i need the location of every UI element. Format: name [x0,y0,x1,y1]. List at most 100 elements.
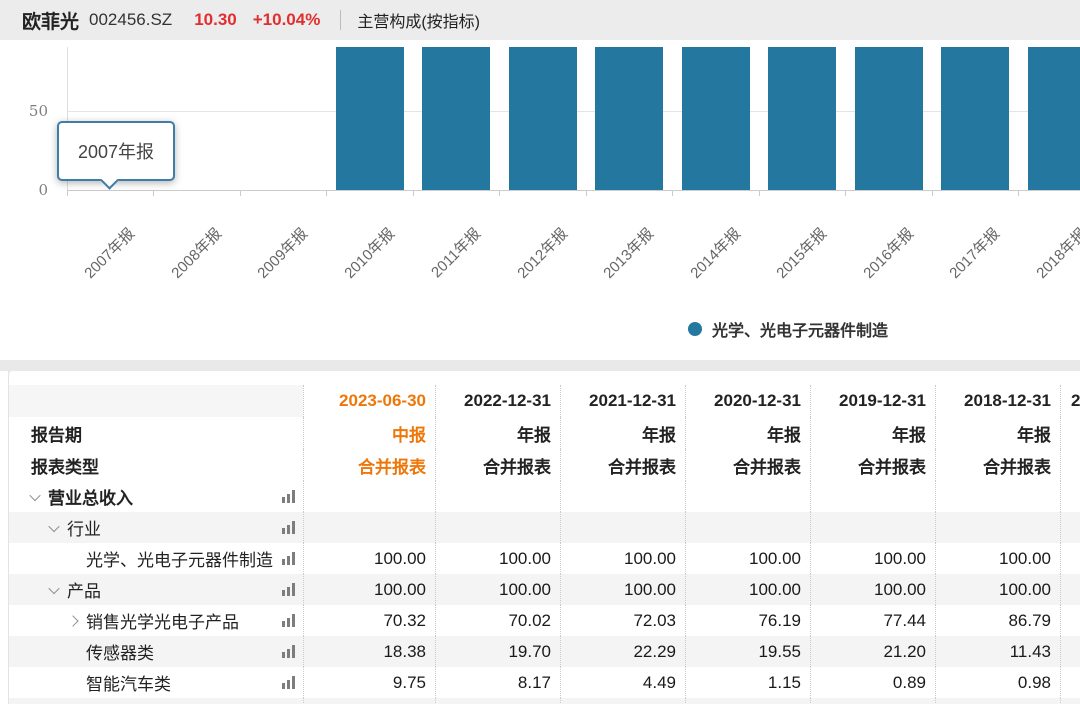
value-cell [810,512,935,543]
row-label-cell[interactable]: 销售光学光电子产品 [9,605,303,636]
value-cell [1060,667,1080,698]
value-cell [935,698,1060,704]
row-label-cell[interactable]: 传感器类 [9,636,303,667]
row-label-cell[interactable]: 智能汽车类 [9,667,303,698]
chevron-box[interactable] [50,586,67,594]
mini-bar-chart-icon[interactable] [282,676,295,689]
column-header-cell[interactable]: 2019-12-31 [810,385,935,417]
chevron-down-icon[interactable] [29,489,40,500]
y-axis-tick-label: 0 [18,181,48,199]
mini-bar-chart-icon[interactable] [282,583,295,596]
table-header-type: 报表类型合并报表合并报表合并报表合并报表合并报表合并报表 [9,449,1080,481]
chart-legend[interactable]: 光学、光电子元器件制造 [688,317,888,341]
value-cell: 100.00 [560,574,685,605]
chevron-right-icon[interactable] [67,615,78,626]
x-axis-label: 2013年报 [598,223,658,283]
chart-bar-2016年报[interactable] [855,47,923,190]
x-axis-line [67,190,1080,191]
value-cell: 100.00 [810,543,935,574]
row-label-cell [9,698,303,704]
stock-code: 002456.SZ [89,10,172,30]
value-cell: 11.43 [935,636,1060,667]
report-type-label: 报表类型 [9,453,303,478]
column-header-cell[interactable]: 合并报表 [685,449,810,481]
column-header-cell[interactable]: 2020-12-31 [685,385,810,417]
chart-bar-2012年报[interactable] [509,47,577,190]
column-header-cell[interactable]: 合并报表 [303,449,435,481]
column-header-cell[interactable]: 合并报表 [810,449,935,481]
row-label-cell[interactable]: 光学、光电子元器件制造 [9,543,303,574]
chevron-box[interactable] [50,524,67,532]
x-axis-label: 2017年报 [944,223,1004,283]
column-header-cell[interactable]: 年报 [685,417,810,449]
page-title: 主营构成(按指标) [357,8,480,32]
mini-bar-chart-icon[interactable] [282,552,295,565]
page-left-margin [0,371,8,704]
value-cell [810,698,935,704]
column-header-cell[interactable]: 2022-12-31 [435,385,560,417]
chart-bar-2014年报[interactable] [682,47,750,190]
x-axis-label: 2016年报 [858,223,918,283]
stock-price: 10.30 [194,10,237,30]
chart-bar-2018年报[interactable] [1028,47,1080,190]
value-cell [1060,574,1080,605]
chevron-box[interactable] [31,493,48,501]
column-header-cell[interactable]: 合并报表 [935,449,1060,481]
chart-bar-2017年报[interactable] [941,47,1009,190]
column-header-cell[interactable]: 2023-06-30 [303,385,435,417]
column-header-cell[interactable]: 年报 [935,417,1060,449]
column-header-cell[interactable]: 2021-12-31 [560,385,685,417]
value-cell: 76.19 [685,605,810,636]
column-header-cell[interactable]: 2018-12-31 [935,385,1060,417]
value-cell [303,512,435,543]
value-cell: 70.02 [435,605,560,636]
chart-bar-2010年报[interactable] [336,47,404,190]
value-cell: 100.00 [303,574,435,605]
chevron-down-icon[interactable] [48,582,59,593]
value-cell [560,512,685,543]
value-cell: 9.75 [303,667,435,698]
mini-bar-chart-icon[interactable] [282,490,295,503]
column-header-cell[interactable]: 年报 [560,417,685,449]
column-header-cell[interactable] [1060,417,1080,449]
column-header-cell[interactable]: 年报 [435,417,560,449]
value-cell: 100.00 [685,574,810,605]
column-header-cell[interactable]: 合并报表 [435,449,560,481]
table-row: 行业 [9,512,1080,543]
value-cell: 100.00 [435,574,560,605]
value-cell: 72.03 [560,605,685,636]
column-header-cell[interactable]: 合并报表 [560,449,685,481]
chevron-box [69,555,86,563]
chevron-down-icon[interactable] [48,520,59,531]
row-label-cell[interactable]: 产品 [9,574,303,605]
mini-bar-chart-icon[interactable] [282,645,295,658]
chart-bar-2011年报[interactable] [422,47,490,190]
row-label: 销售光学光电子产品 [86,608,239,633]
value-cell: 100.00 [935,574,1060,605]
value-cell: 19.55 [685,636,810,667]
tooltip-text: 2007年报 [78,138,154,164]
column-header-cell[interactable]: 中报 [303,417,435,449]
table-header-dates: 2023-06-302022-12-312021-12-312020-12-31… [9,385,1080,417]
value-cell: 18.38 [303,636,435,667]
report-table: 2023-06-302022-12-312021-12-312020-12-31… [8,371,1080,704]
value-cell [935,481,1060,512]
chart-bar-2013年报[interactable] [595,47,663,190]
chevron-box[interactable] [69,617,86,625]
value-cell [435,512,560,543]
row-label: 营业总收入 [48,484,133,509]
column-header-cell[interactable]: 年报 [810,417,935,449]
x-axis-label: 2007年报 [79,223,139,283]
column-header-cell[interactable]: 2 [1060,385,1080,417]
header-divider [340,10,341,30]
column-header-cell[interactable] [1060,449,1080,481]
mini-bar-chart-icon[interactable] [282,614,295,627]
value-cell [303,481,435,512]
value-cell: 100.00 [560,543,685,574]
mini-bar-chart-icon[interactable] [282,521,295,534]
stock-change-percent: +10.04% [253,10,321,30]
row-label-cell[interactable]: 营业总收入 [9,481,303,512]
chart-bar-2015年报[interactable] [768,47,836,190]
row-label-cell[interactable]: 行业 [9,512,303,543]
stock-header-bar: 欧菲光 002456.SZ 10.30 +10.04% 主营构成(按指标) [0,0,1080,40]
